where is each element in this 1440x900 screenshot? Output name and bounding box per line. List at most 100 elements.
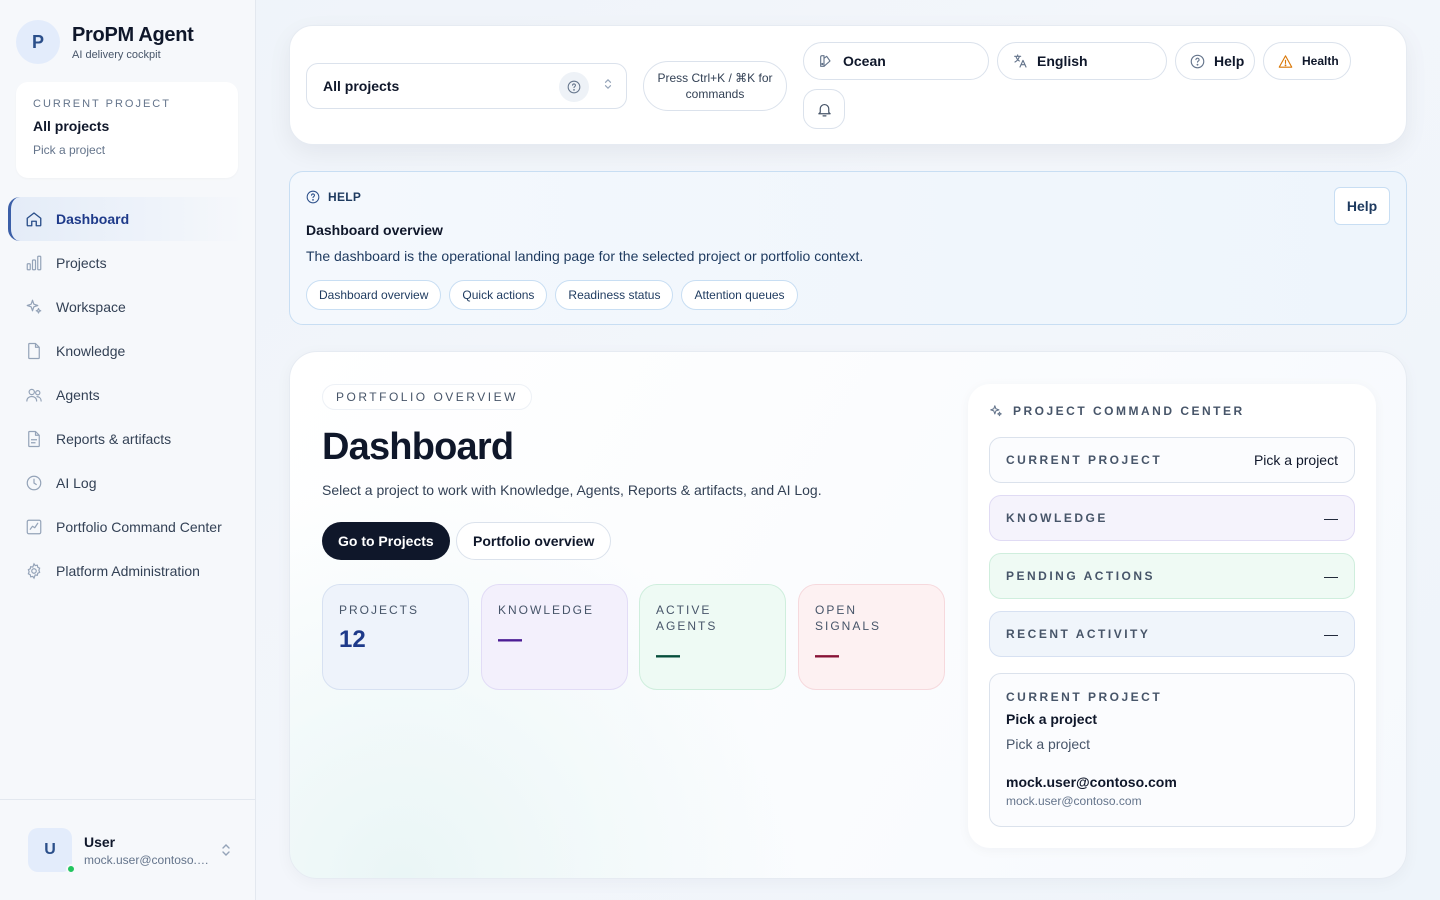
page-description: Select a project to work with Knowledge,… [322,482,822,498]
chip-attention-queues[interactable]: Attention queues [681,280,798,310]
sidebar: P ProPM Agent AI delivery cockpit CURREN… [0,0,256,900]
detail-user-email-secondary: mock.user@contoso.com [1006,794,1142,808]
sidebar-item-ai-log[interactable]: AI Log [8,461,248,505]
current-project-label: CURRENT PROJECT [33,98,171,110]
stat-label: ACTIVE AGENTS [656,603,718,633]
project-selector-value: All projects [323,78,400,94]
sidebar-item-label: Dashboard [56,211,130,227]
project-selector[interactable]: All projects [306,63,627,109]
clock-icon [25,474,43,492]
command-row-pending-actions[interactable]: PENDING ACTIONS — [989,553,1355,599]
row-value: Pick a project [1253,452,1338,468]
sidebar-item-agents[interactable]: Agents [8,373,248,417]
dashboard-card: PORTFOLIO OVERVIEW Dashboard Select a pr… [289,351,1407,879]
warning-icon [1278,54,1293,69]
portfolio-overview-eyebrow: PORTFOLIO OVERVIEW [322,384,532,410]
help-banner: HELP Dashboard overview The dashboard is… [289,171,1407,325]
command-row-knowledge[interactable]: KNOWLEDGE — [989,495,1355,541]
avatar-initial: U [44,841,56,858]
notifications-button[interactable] [803,89,845,129]
gear-icon [25,562,43,580]
sidebar-item-platform-administration[interactable]: Platform Administration [8,549,248,593]
stat-card-knowledge[interactable]: KNOWLEDGE — [481,584,628,690]
stat-label: OPEN SIGNALS [815,603,882,633]
stat-card-open-signals[interactable]: OPEN SIGNALS — [798,584,945,690]
sidebar-item-knowledge[interactable]: Knowledge [8,329,248,373]
detail-title: Pick a project [1006,711,1098,727]
command-row-recent-activity[interactable]: RECENT ACTIVITY — [989,611,1355,657]
brand-logo: P [16,20,60,64]
sidebar-item-portfolio-command-center[interactable]: Portfolio Command Center [8,505,248,549]
sparkles-icon [25,298,43,316]
sidebar-item-projects[interactable]: Projects [8,241,248,285]
chip-quick-actions[interactable]: Quick actions [449,280,548,310]
command-palette-hint[interactable]: Press Ctrl+K / ⌘K for commands [643,61,787,111]
sidebar-item-label: Agents [56,387,100,403]
sidebar-item-label: Knowledge [56,343,126,359]
health-label: Health [1302,54,1339,68]
language-selector[interactable]: English [997,42,1167,80]
stat-value: 12 [339,626,366,653]
chevron-up-down-icon [603,77,613,91]
command-center-title: PROJECT COMMAND CENTER [1013,404,1245,418]
sidebar-item-label: Portfolio Command Center [56,519,222,535]
current-project-detail-card: CURRENT PROJECT Pick a project Pick a pr… [989,673,1355,827]
bar-chart-icon [25,254,43,272]
row-label: KNOWLEDGE [1006,511,1108,525]
stat-value: — [815,642,839,669]
palette-icon [818,53,834,69]
chart-line-icon [25,518,43,536]
language-label: English [1037,53,1088,69]
row-value: — [1324,568,1338,584]
brand-name: ProPM Agent [72,23,194,46]
health-button[interactable]: Health [1263,42,1351,80]
detail-subtitle: Pick a project [1006,736,1091,752]
current-project-title: All projects [33,118,110,134]
help-banner-description: The dashboard is the operational landing… [306,248,864,264]
bell-icon [816,101,833,118]
theme-selector[interactable]: Ocean [803,42,989,80]
help-circle-icon[interactable] [559,72,589,102]
detail-user-email: mock.user@contoso.com [1006,774,1177,790]
sidebar-item-label: Reports & artifacts [56,431,172,447]
stat-card-active-agents[interactable]: ACTIVE AGENTS — [639,584,786,690]
command-row-current-project[interactable]: CURRENT PROJECT Pick a project [989,437,1355,483]
stat-card-projects[interactable]: PROJECTS 12 [322,584,469,690]
user-email: mock.user@contoso.c... [84,852,212,867]
home-icon [25,210,43,228]
brand-subtitle: AI delivery cockpit [72,48,161,61]
sidebar-item-label: Platform Administration [56,563,200,579]
go-to-projects-button[interactable]: Go to Projects [322,522,450,560]
help-topic-chips: Dashboard overview Quick actions Readine… [306,280,806,310]
help-circle-icon [1190,54,1205,69]
detail-label: CURRENT PROJECT [1006,690,1163,704]
users-icon [25,386,43,404]
chevron-up-down-icon [220,843,232,857]
help-banner-label: HELP [328,190,362,204]
row-label: PENDING ACTIONS [1006,569,1156,583]
user-menu[interactable]: U User mock.user@contoso.c... [0,799,256,900]
current-project-card[interactable]: CURRENT PROJECT All projects Pick a proj… [16,82,238,178]
page-title: Dashboard [322,426,514,468]
row-value: — [1324,510,1338,526]
sidebar-item-dashboard[interactable]: Dashboard [8,197,248,241]
file-icon [25,342,43,360]
sidebar-item-workspace[interactable]: Workspace [8,285,248,329]
sidebar-item-reports[interactable]: Reports & artifacts [8,417,248,461]
stat-value: — [656,642,680,669]
row-value: — [1324,626,1338,642]
theme-label: Ocean [843,53,886,69]
row-label: RECENT ACTIVITY [1006,627,1151,641]
help-banner-button[interactable]: Help [1334,187,1390,225]
avatar: U [28,828,76,874]
translate-icon [1012,53,1028,69]
help-button[interactable]: Help [1175,42,1255,80]
help-circle-icon [306,190,320,204]
online-status-indicator [66,864,76,874]
sidebar-nav: Dashboard Projects Workspace Knowledge A… [8,197,248,593]
portfolio-overview-button[interactable]: Portfolio overview [456,522,612,560]
chip-dashboard-overview[interactable]: Dashboard overview [306,280,442,310]
brand[interactable]: P ProPM Agent AI delivery cockpit [16,20,194,64]
chip-readiness-status[interactable]: Readiness status [555,280,674,310]
row-label: CURRENT PROJECT [1006,453,1163,467]
